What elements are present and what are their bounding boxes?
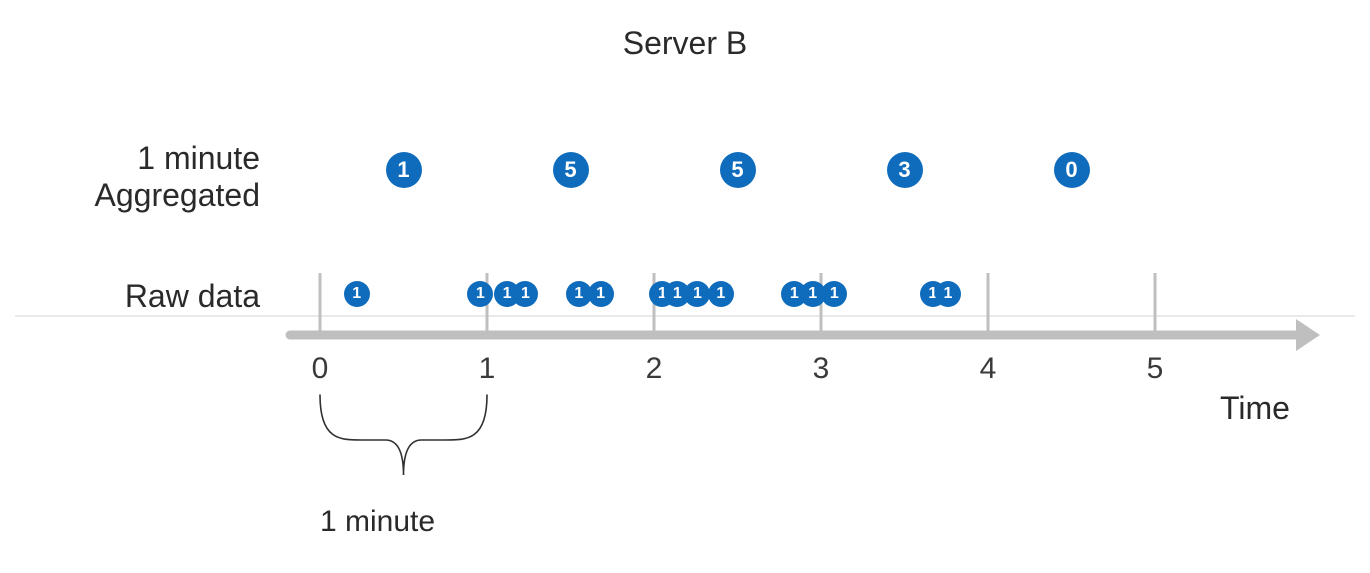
interval-bracket-icon (320, 395, 487, 475)
raw-row-label: Raw data (0, 278, 260, 315)
tick-line (319, 273, 322, 335)
raw-point: 1 (588, 281, 614, 307)
aggregated-point: 0 (1054, 152, 1090, 188)
tick-label: 3 (813, 352, 830, 386)
tick-line (987, 273, 990, 335)
diagram-title: Server B (0, 25, 1370, 62)
aggregated-label-line2: Aggregated (95, 177, 260, 213)
x-axis-arrowhead-icon (1296, 319, 1320, 351)
raw-point: 1 (821, 281, 847, 307)
raw-point: 1 (344, 281, 370, 307)
tick-label: 0 (312, 352, 329, 386)
raw-point: 1 (708, 281, 734, 307)
tick-label: 1 (479, 352, 496, 386)
tick-label: 5 (1147, 352, 1164, 386)
raw-point: 1 (935, 281, 961, 307)
aggregated-label-line1: 1 minute (137, 140, 260, 176)
tick-line (1154, 273, 1157, 335)
aggregated-row-label: 1 minute Aggregated (0, 140, 260, 214)
interval-label: 1 minute (320, 505, 435, 539)
aggregated-point: 1 (386, 152, 422, 188)
aggregated-point: 3 (887, 152, 923, 188)
raw-point: 1 (512, 281, 538, 307)
raw-point: 1 (684, 281, 710, 307)
diagram-stage: Server B 1 minute Aggregated Raw data Ti… (0, 0, 1370, 573)
tick-label: 4 (980, 352, 997, 386)
tick-label: 2 (646, 352, 663, 386)
aggregated-point: 5 (553, 152, 589, 188)
aggregated-point: 5 (720, 152, 756, 188)
raw-point: 1 (467, 281, 493, 307)
x-axis-title: Time (1220, 390, 1290, 427)
